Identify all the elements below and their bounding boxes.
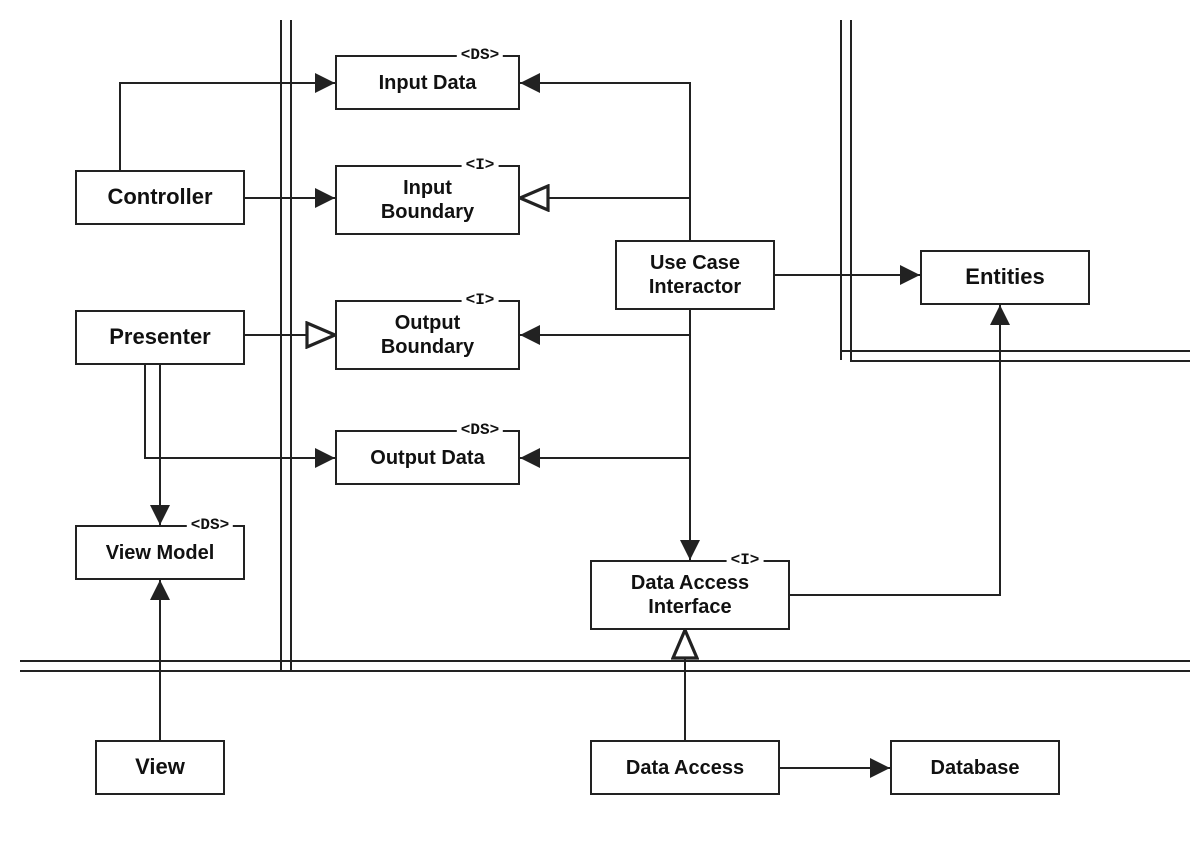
- box-controller: Controller: [75, 170, 245, 225]
- boundary-right-corner-h2: [850, 360, 1190, 362]
- stereotype-input-boundary: <I>: [462, 156, 499, 174]
- box-use-case: Use Case Interactor: [615, 240, 775, 310]
- stereotype-output-boundary: <I>: [462, 291, 499, 309]
- label-data-access: Data Access: [626, 756, 744, 780]
- label-presenter: Presenter: [109, 324, 211, 350]
- box-output-boundary: Output Boundary: [335, 300, 520, 370]
- arrow-usecase-outputboundary: [520, 310, 690, 335]
- stereotype-input-data: <DS>: [457, 46, 503, 64]
- boundary-hline-1: [20, 660, 1190, 662]
- label-database: Database: [931, 756, 1020, 780]
- boundary-left-vline-2: [290, 20, 292, 670]
- label-use-case: Use Case Interactor: [649, 251, 741, 299]
- label-output-boundary: Output Boundary: [381, 311, 474, 359]
- label-output-data: Output Data: [370, 446, 484, 470]
- box-data-access-interface: Data Access Interface: [590, 560, 790, 630]
- stereotype-output-data: <DS>: [457, 421, 503, 439]
- boundary-right-vline-1: [840, 20, 842, 360]
- label-view-model: View Model: [106, 541, 215, 565]
- arrow-overlay: [0, 0, 1204, 866]
- boundary-right-corner-h1: [840, 350, 1190, 352]
- box-view: View: [95, 740, 225, 795]
- diagram-canvas: Controller Presenter View Model <DS> Vie…: [0, 0, 1204, 866]
- boundary-left-vline-1: [280, 20, 282, 670]
- box-presenter: Presenter: [75, 310, 245, 365]
- label-input-boundary: Input Boundary: [381, 176, 474, 224]
- boundary-hline-2: [20, 670, 1190, 672]
- label-controller: Controller: [107, 184, 212, 210]
- label-view: View: [135, 754, 185, 780]
- box-database: Database: [890, 740, 1060, 795]
- arrow-presenter-outputdata: [145, 365, 335, 458]
- arrow-usecase-inputdata: [520, 83, 690, 240]
- label-input-data: Input Data: [379, 71, 477, 95]
- label-data-access-interface: Data Access Interface: [631, 571, 749, 619]
- label-entities: Entities: [965, 264, 1044, 290]
- boundary-right-vline-2: [850, 20, 852, 360]
- arrow-dai-entities: [790, 305, 1000, 595]
- box-data-access: Data Access: [590, 740, 780, 795]
- box-input-boundary: Input Boundary: [335, 165, 520, 235]
- box-entities: Entities: [920, 250, 1090, 305]
- stereotype-data-access-interface: <I>: [727, 551, 764, 569]
- arrow-usecase-outputdata: [520, 335, 690, 458]
- stereotype-view-model: <DS>: [187, 516, 233, 534]
- arrow-controller-inputdata: [120, 83, 335, 170]
